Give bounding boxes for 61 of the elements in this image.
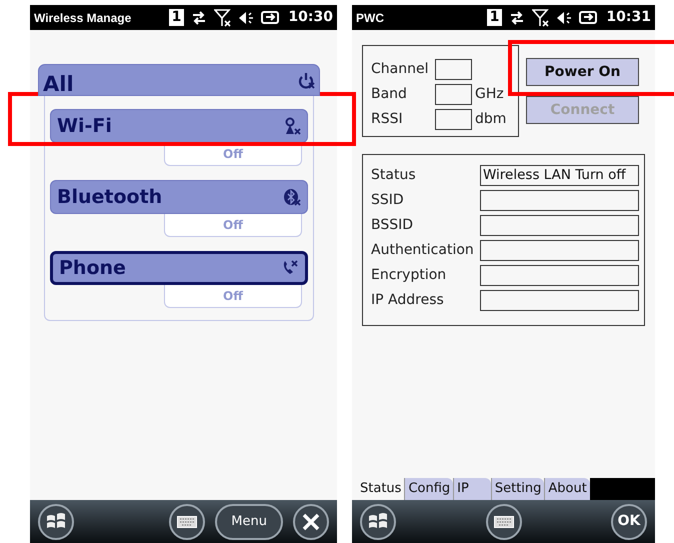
input-field[interactable] <box>480 240 639 261</box>
sync-arrows-icon <box>191 10 208 24</box>
battery-icon <box>579 11 600 24</box>
speaker-icon <box>238 10 254 24</box>
unit-label: dbm <box>475 110 506 129</box>
windows-logo-icon <box>368 512 388 530</box>
field-label: Authentication <box>371 241 475 260</box>
close-icon <box>302 512 320 530</box>
tab[interactable]: IP <box>453 478 491 500</box>
input-field[interactable] <box>480 265 639 286</box>
field-label: Band <box>371 85 408 104</box>
field-label: Channel <box>371 60 430 79</box>
toggle-bar[interactable]: Wi-Fi <box>50 109 308 143</box>
group-header[interactable]: All <box>38 64 320 96</box>
no-signal-icon <box>532 8 550 26</box>
close-button[interactable] <box>293 504 329 540</box>
field-label: RSSI <box>371 110 404 129</box>
bluetooth-off-icon <box>283 188 301 206</box>
field-label: Encryption <box>371 266 448 285</box>
status-value: Off <box>164 214 302 237</box>
window-title: PWC <box>356 10 384 26</box>
no-signal-icon <box>214 8 232 26</box>
keyboard-icon <box>494 516 514 528</box>
menu-button[interactable]: Menu <box>215 504 283 540</box>
phone-off-icon <box>281 259 299 277</box>
status-value: Off <box>164 285 302 308</box>
input-field[interactable] <box>480 290 639 311</box>
unit-label: GHz <box>475 85 504 104</box>
speaker-icon <box>556 10 572 24</box>
sync-arrows-icon <box>509 10 526 24</box>
clock-time: 10:30 <box>288 8 333 27</box>
tab[interactable]: Config <box>404 478 454 500</box>
input-field[interactable] <box>480 215 639 236</box>
keyboard-button[interactable] <box>169 504 206 540</box>
keyboard-button[interactable] <box>486 504 522 540</box>
input-field[interactable] <box>435 59 472 80</box>
tab[interactable]: Setting <box>490 478 544 500</box>
notification-badge: 1 <box>168 9 184 26</box>
battery-icon <box>261 11 282 24</box>
antenna-off-icon <box>283 117 301 135</box>
input-field[interactable] <box>435 84 472 105</box>
ok-button[interactable]: OK <box>611 504 647 540</box>
toggle-bar[interactable]: Phone <box>50 251 308 285</box>
input-field[interactable] <box>435 109 472 130</box>
input-field[interactable]: Wireless LAN Turn off <box>480 165 639 186</box>
windows-logo-icon <box>46 512 66 530</box>
toggle-bar[interactable]: Bluetooth <box>50 180 308 214</box>
keyboard-icon <box>177 516 198 528</box>
window-title: Wireless Manage <box>34 10 132 26</box>
clock-time: 10:31 <box>606 8 651 27</box>
input-field[interactable] <box>480 190 639 211</box>
tab[interactable]: About <box>544 478 590 500</box>
field-label: BSSID <box>371 216 414 235</box>
field-label: IP Address <box>371 291 445 310</box>
start-button[interactable] <box>38 504 74 540</box>
start-button[interactable] <box>360 504 396 540</box>
action-button[interactable]: Power On <box>526 58 639 86</box>
field-label: SSID <box>371 191 405 210</box>
power-off-icon <box>297 71 315 89</box>
notification-badge: 1 <box>486 9 502 26</box>
field-label: Status <box>371 166 417 185</box>
